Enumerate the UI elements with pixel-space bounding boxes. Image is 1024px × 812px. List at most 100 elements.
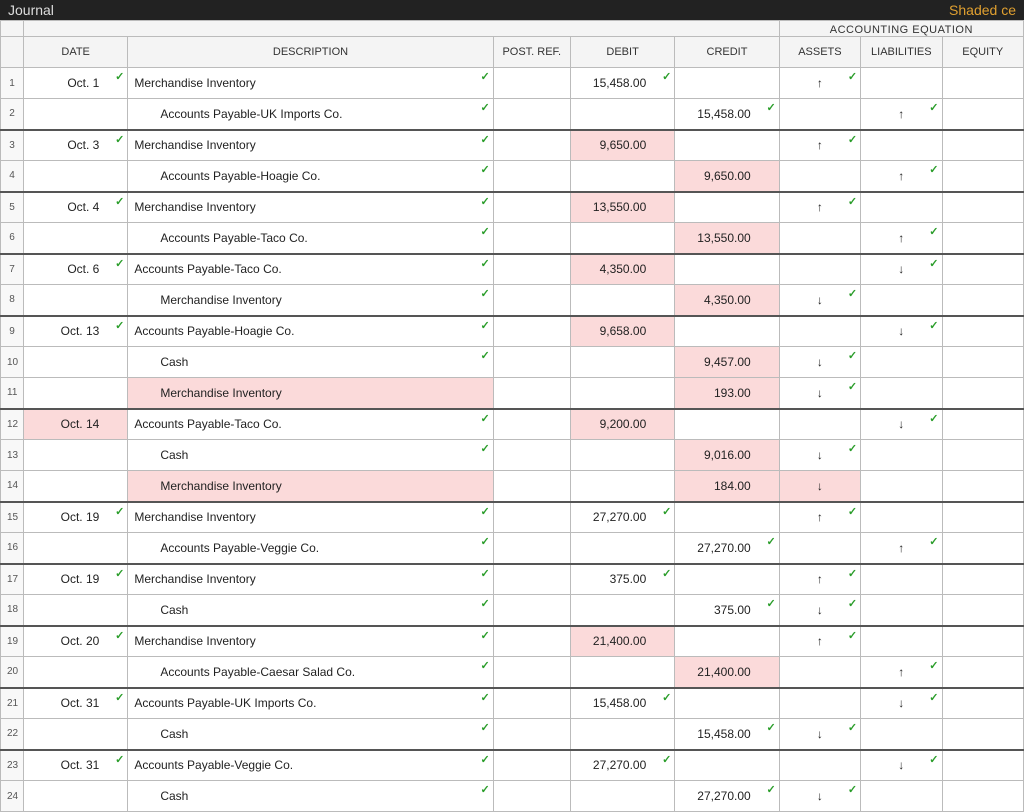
- description-cell[interactable]: Merchandise Inventory✓: [128, 285, 493, 316]
- equity-cell[interactable]: [942, 688, 1024, 719]
- debit-cell[interactable]: 27,270.00✓: [570, 502, 674, 533]
- postref-cell[interactable]: [493, 564, 570, 595]
- liabilities-cell[interactable]: [861, 285, 942, 316]
- credit-cell[interactable]: 13,550.00: [675, 223, 779, 254]
- debit-cell[interactable]: [570, 781, 674, 812]
- assets-cell[interactable]: ↓✓: [779, 347, 860, 378]
- debit-cell[interactable]: [570, 347, 674, 378]
- description-cell[interactable]: Accounts Payable-Taco Co.✓: [128, 254, 493, 285]
- credit-cell[interactable]: [675, 626, 779, 657]
- assets-cell[interactable]: ↓✓: [779, 595, 860, 626]
- liabilities-cell[interactable]: [861, 471, 942, 502]
- equity-cell[interactable]: [942, 161, 1024, 192]
- postref-cell[interactable]: [493, 192, 570, 223]
- credit-cell[interactable]: [675, 254, 779, 285]
- date-cell[interactable]: [23, 223, 127, 254]
- equity-cell[interactable]: [942, 595, 1024, 626]
- postref-cell[interactable]: [493, 719, 570, 750]
- postref-cell[interactable]: [493, 781, 570, 812]
- date-cell[interactable]: [23, 657, 127, 688]
- date-cell[interactable]: [23, 533, 127, 564]
- debit-cell[interactable]: [570, 595, 674, 626]
- assets-cell[interactable]: ↑✓: [779, 68, 860, 99]
- equity-cell[interactable]: [942, 564, 1024, 595]
- postref-cell[interactable]: [493, 285, 570, 316]
- liabilities-cell[interactable]: [861, 440, 942, 471]
- debit-cell[interactable]: [570, 223, 674, 254]
- debit-cell[interactable]: 13,550.00: [570, 192, 674, 223]
- date-cell[interactable]: Oct. 14: [23, 409, 127, 440]
- assets-cell[interactable]: ↓: [779, 471, 860, 502]
- description-cell[interactable]: Merchandise Inventory✓: [128, 192, 493, 223]
- description-cell[interactable]: Cash✓: [128, 595, 493, 626]
- postref-cell[interactable]: [493, 161, 570, 192]
- description-cell[interactable]: Accounts Payable-Veggie Co.✓: [128, 533, 493, 564]
- liabilities-cell[interactable]: [861, 564, 942, 595]
- description-cell[interactable]: Accounts Payable-UK Imports Co.✓: [128, 688, 493, 719]
- equity-cell[interactable]: [942, 68, 1024, 99]
- credit-cell[interactable]: [675, 409, 779, 440]
- liabilities-cell[interactable]: ↑✓: [861, 533, 942, 564]
- description-cell[interactable]: Merchandise Inventory: [128, 378, 493, 409]
- credit-cell[interactable]: [675, 316, 779, 347]
- postref-cell[interactable]: [493, 223, 570, 254]
- credit-cell[interactable]: [675, 502, 779, 533]
- postref-cell[interactable]: [493, 254, 570, 285]
- credit-cell[interactable]: 9,650.00: [675, 161, 779, 192]
- date-cell[interactable]: Oct. 20✓: [23, 626, 127, 657]
- assets-cell[interactable]: [779, 409, 860, 440]
- credit-cell[interactable]: [675, 130, 779, 161]
- postref-cell[interactable]: [493, 533, 570, 564]
- equity-cell[interactable]: [942, 192, 1024, 223]
- description-cell[interactable]: Accounts Payable-Taco Co.✓: [128, 409, 493, 440]
- credit-cell[interactable]: 15,458.00✓: [675, 99, 779, 130]
- description-cell[interactable]: Accounts Payable-Caesar Salad Co.✓: [128, 657, 493, 688]
- credit-cell[interactable]: [675, 750, 779, 781]
- description-cell[interactable]: Merchandise Inventory: [128, 471, 493, 502]
- postref-cell[interactable]: [493, 68, 570, 99]
- assets-cell[interactable]: ↑✓: [779, 564, 860, 595]
- debit-cell[interactable]: 27,270.00✓: [570, 750, 674, 781]
- liabilities-cell[interactable]: ↓✓: [861, 688, 942, 719]
- date-cell[interactable]: Oct. 3✓: [23, 130, 127, 161]
- postref-cell[interactable]: [493, 316, 570, 347]
- equity-cell[interactable]: [942, 316, 1024, 347]
- postref-cell[interactable]: [493, 440, 570, 471]
- description-cell[interactable]: Accounts Payable-Veggie Co.✓: [128, 750, 493, 781]
- description-cell[interactable]: Cash✓: [128, 781, 493, 812]
- description-cell[interactable]: Merchandise Inventory✓: [128, 502, 493, 533]
- description-cell[interactable]: Merchandise Inventory✓: [128, 564, 493, 595]
- date-cell[interactable]: Oct. 6✓: [23, 254, 127, 285]
- date-cell[interactable]: [23, 285, 127, 316]
- date-cell[interactable]: [23, 471, 127, 502]
- postref-cell[interactable]: [493, 595, 570, 626]
- date-cell[interactable]: [23, 595, 127, 626]
- postref-cell[interactable]: [493, 471, 570, 502]
- debit-cell[interactable]: [570, 471, 674, 502]
- liabilities-cell[interactable]: ↓✓: [861, 409, 942, 440]
- postref-cell[interactable]: [493, 99, 570, 130]
- liabilities-cell[interactable]: [861, 130, 942, 161]
- liabilities-cell[interactable]: [861, 192, 942, 223]
- date-cell[interactable]: Oct. 19✓: [23, 502, 127, 533]
- assets-cell[interactable]: [779, 533, 860, 564]
- equity-cell[interactable]: [942, 626, 1024, 657]
- assets-cell[interactable]: [779, 99, 860, 130]
- date-cell[interactable]: [23, 161, 127, 192]
- date-cell[interactable]: [23, 378, 127, 409]
- postref-cell[interactable]: [493, 626, 570, 657]
- liabilities-cell[interactable]: [861, 378, 942, 409]
- liabilities-cell[interactable]: ↑✓: [861, 99, 942, 130]
- date-cell[interactable]: Oct. 31✓: [23, 688, 127, 719]
- debit-cell[interactable]: 4,350.00: [570, 254, 674, 285]
- description-cell[interactable]: Cash✓: [128, 347, 493, 378]
- equity-cell[interactable]: [942, 440, 1024, 471]
- credit-cell[interactable]: 9,016.00: [675, 440, 779, 471]
- equity-cell[interactable]: [942, 781, 1024, 812]
- debit-cell[interactable]: 15,458.00✓: [570, 688, 674, 719]
- credit-cell[interactable]: 15,458.00✓: [675, 719, 779, 750]
- debit-cell[interactable]: 9,658.00: [570, 316, 674, 347]
- debit-cell[interactable]: [570, 161, 674, 192]
- debit-cell[interactable]: 15,458.00✓: [570, 68, 674, 99]
- postref-cell[interactable]: [493, 750, 570, 781]
